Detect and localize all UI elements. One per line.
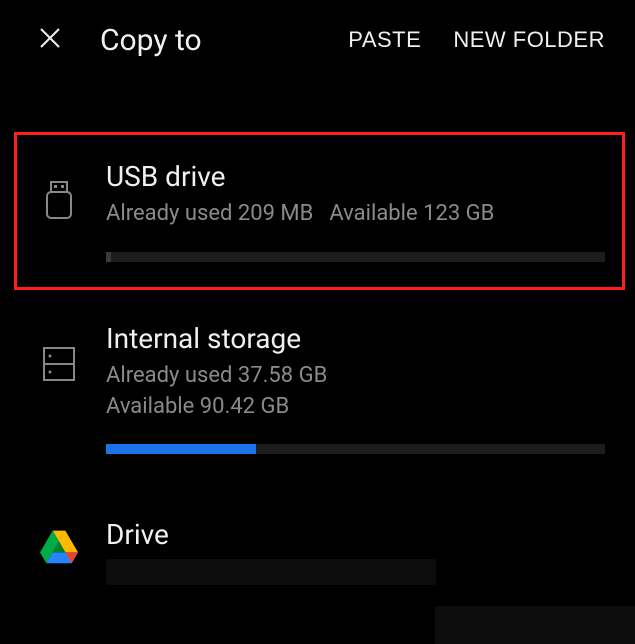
google-drive-icon: [40, 522, 78, 570]
storage-content: USB drive Already used 209 MB Available 1…: [106, 160, 605, 262]
progress-fill: [106, 252, 111, 262]
disk-icon: [40, 340, 78, 388]
header-actions: PASTE NEW FOLDER: [348, 27, 605, 53]
storage-content: Internal storage Already used 37.58 GB A…: [106, 322, 605, 455]
storage-title: Internal storage: [106, 322, 605, 355]
progress-bar: [106, 444, 605, 454]
new-folder-button[interactable]: NEW FOLDER: [453, 27, 605, 53]
storage-item-usb[interactable]: USB drive Already used 209 MB Available 1…: [0, 140, 635, 282]
usb-icon: [40, 178, 78, 226]
storage-stats: Already used 37.58 GB Available 90.42 GB: [106, 361, 605, 423]
storage-stats: Already used 209 MB Available 123 GB: [106, 199, 605, 230]
storage-available: Available 90.42 GB: [106, 392, 605, 423]
storage-list: USB drive Already used 209 MB Available 1…: [0, 80, 635, 605]
close-button[interactable]: [30, 22, 70, 59]
storage-used: Already used 209 MB: [106, 201, 313, 226]
storage-title: Drive: [106, 518, 605, 551]
storage-used: Already used 37.58 GB: [106, 361, 605, 392]
page-title: Copy to: [100, 23, 348, 58]
storage-item-drive[interactable]: Drive: [0, 498, 635, 605]
paste-button[interactable]: PASTE: [348, 27, 421, 53]
close-icon: [38, 26, 62, 50]
progress-bar: [106, 252, 605, 262]
redacted-corner: [435, 606, 635, 644]
storage-content: Drive: [106, 518, 605, 585]
progress-fill: [106, 444, 256, 454]
storage-title: USB drive: [106, 160, 605, 193]
storage-available: Available 123 GB: [329, 201, 494, 226]
redacted-text: [106, 559, 436, 585]
storage-item-internal[interactable]: Internal storage Already used 37.58 GB A…: [0, 302, 635, 475]
header: Copy to PASTE NEW FOLDER: [0, 0, 635, 80]
